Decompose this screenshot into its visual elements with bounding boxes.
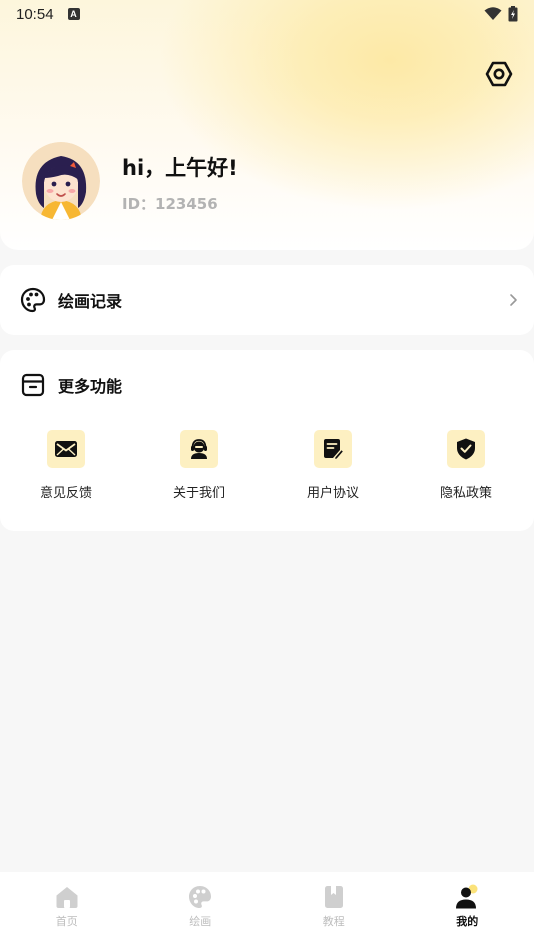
palette-icon bbox=[189, 886, 212, 908]
home-icon bbox=[56, 887, 78, 908]
about-us-button[interactable]: 关于我们 bbox=[154, 430, 244, 501]
feedback-label: 意见反馈 bbox=[39, 486, 92, 501]
mail-icon bbox=[55, 441, 77, 457]
nav-label-drawing: 绘画 bbox=[189, 915, 212, 928]
status-indicators bbox=[484, 6, 518, 22]
nav-label-home: 首页 bbox=[55, 915, 78, 928]
privacy-policy-label: 隐私政策 bbox=[439, 486, 492, 501]
privacy-policy-icon-box bbox=[447, 430, 485, 468]
nav-label-tutorial: 教程 bbox=[322, 915, 345, 928]
nav-item-drawing[interactable]: 绘画 bbox=[134, 872, 268, 950]
user-agreement-label: 用户协议 bbox=[306, 486, 359, 501]
chevron-right-icon bbox=[510, 294, 517, 306]
settings-button[interactable] bbox=[484, 59, 514, 89]
nav-item-tutorial[interactable]: 教程 bbox=[267, 872, 401, 950]
user-agreement-button[interactable]: 用户协议 bbox=[288, 430, 378, 501]
drawing-records-label: 绘画记录 bbox=[58, 292, 123, 311]
support-agent-icon bbox=[191, 439, 207, 459]
wifi-icon bbox=[484, 7, 502, 20]
user-id: ID：123456 bbox=[122, 195, 218, 213]
notification-icon: A bbox=[67, 8, 80, 20]
about-us-icon-box bbox=[180, 430, 218, 468]
more-features-header: 更多功能 bbox=[20, 372, 122, 398]
battery-icon bbox=[508, 6, 518, 22]
about-us-label: 关于我们 bbox=[172, 486, 225, 501]
status-time: 10:54 bbox=[16, 5, 54, 23]
settings-hex-icon bbox=[485, 61, 513, 87]
more-features-card: 更多功能 意见反馈 关于我们 用户协议 隐私政策 bbox=[0, 350, 534, 531]
feedback-button[interactable]: 意见反馈 bbox=[21, 430, 111, 501]
nav-item-mine[interactable]: 我的 bbox=[401, 872, 534, 950]
nav-label-mine: 我的 bbox=[456, 915, 479, 928]
avatar-girl-image bbox=[22, 142, 100, 220]
privacy-policy-button[interactable]: 隐私政策 bbox=[421, 430, 511, 501]
feedback-icon-box bbox=[47, 430, 85, 468]
drawing-records-row[interactable]: 绘画记录 bbox=[0, 265, 534, 335]
avatar[interactable] bbox=[22, 142, 100, 220]
document-edit-icon bbox=[324, 439, 344, 461]
nav-item-home[interactable]: 首页 bbox=[0, 872, 134, 950]
shield-check-icon bbox=[457, 438, 475, 460]
status-bar: 10:54 A bbox=[0, 0, 534, 28]
user-icon bbox=[456, 884, 478, 909]
more-features-title: 更多功能 bbox=[58, 377, 123, 396]
greeting-text: hi，上午好! bbox=[122, 156, 238, 180]
palette-icon bbox=[20, 287, 46, 313]
user-agreement-icon-box bbox=[314, 430, 352, 468]
book-icon bbox=[324, 886, 343, 908]
bottom-navigation: 首页 绘画 教程 我的 bbox=[0, 872, 534, 950]
box-icon bbox=[21, 373, 45, 397]
